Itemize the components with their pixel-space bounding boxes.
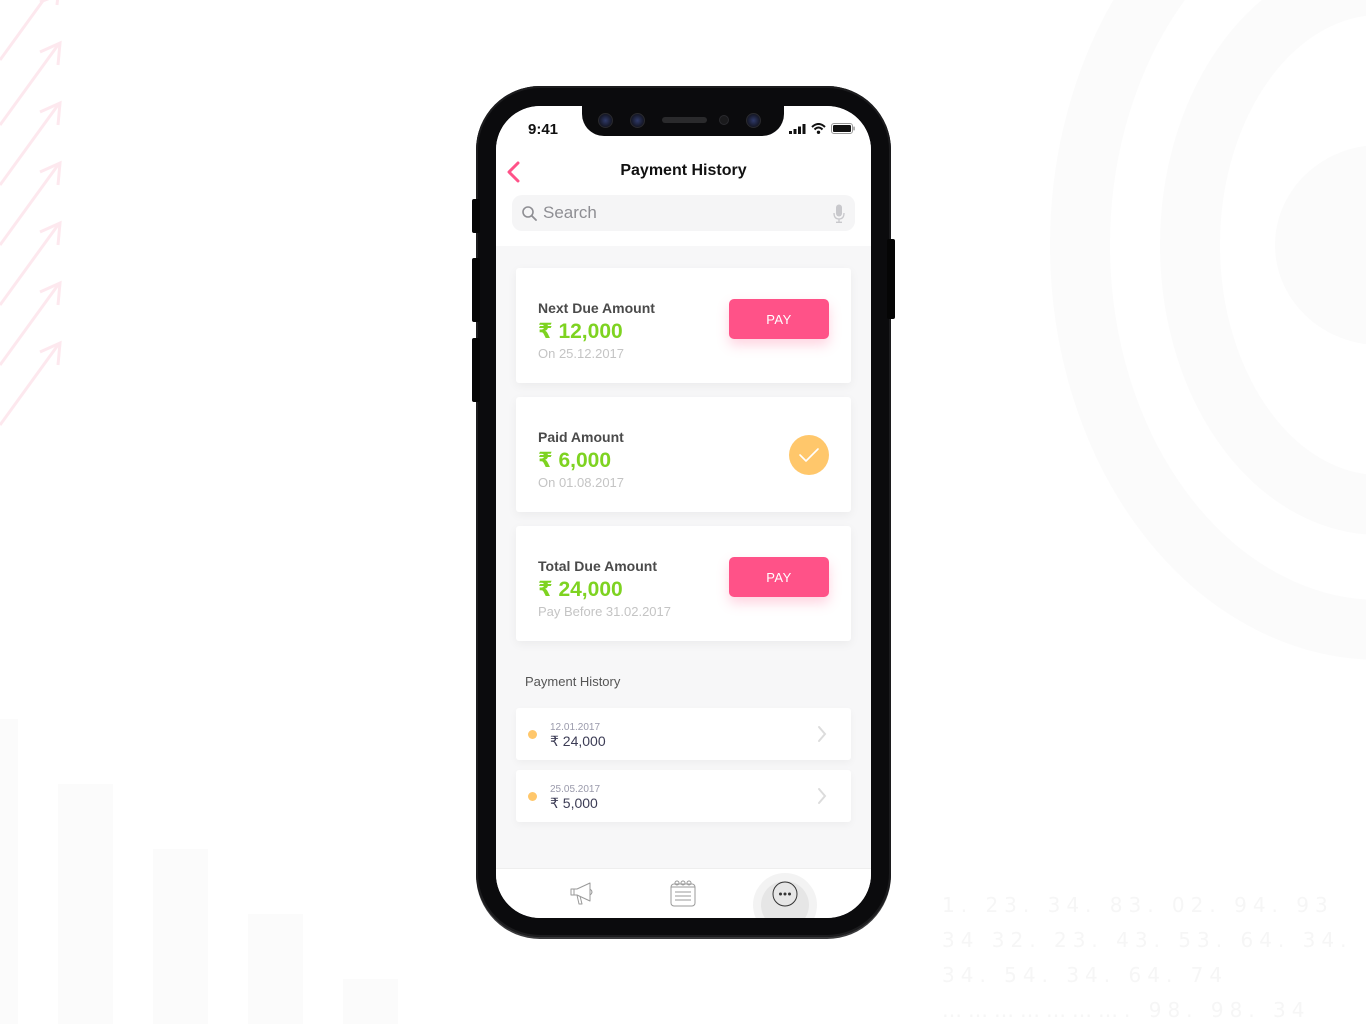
card-date: Pay Before 31.02.2017 (538, 604, 671, 619)
volume-up-button (472, 258, 480, 322)
power-button (887, 239, 895, 319)
card-amount: ₹ 24,000 (538, 578, 623, 601)
background-number-line: 1. 23. 34. 83. 02. 94. 93 (942, 893, 1334, 917)
phone-notch (582, 106, 784, 136)
background-bar (248, 914, 303, 1024)
background-bar (153, 849, 208, 1024)
search-bar[interactable] (512, 195, 855, 231)
microphone-icon[interactable] (833, 204, 845, 223)
card-label: Total Due Amount (538, 558, 657, 574)
background-bar (58, 784, 113, 1024)
status-dot (528, 730, 537, 739)
paid-amount-card: Paid Amount ₹ 6,000 On 01.08.2017 (516, 397, 851, 512)
megaphone-icon (570, 882, 593, 905)
card-amount: ₹ 12,000 (538, 320, 623, 343)
total-due-card: Total Due Amount ₹ 24,000 Pay Before 31.… (516, 526, 851, 641)
background-bar (343, 979, 398, 1024)
paid-status-badge (789, 435, 829, 475)
tab-announcements[interactable] (568, 879, 598, 909)
card-amount: ₹ 6,000 (538, 449, 611, 472)
chevron-right-icon (818, 726, 827, 742)
battery-icon (831, 123, 855, 134)
signal-icon (789, 123, 806, 134)
background-bar (0, 719, 18, 1024)
earpiece-speaker (662, 117, 707, 123)
calendar-notepad-icon (670, 880, 696, 907)
background-bars-decoration (0, 700, 420, 1024)
proximity-sensor (719, 115, 729, 125)
next-due-card: Next Due Amount ₹ 12,000 On 25.12.2017 P… (516, 268, 851, 383)
history-amount: ₹ 5,000 (550, 795, 598, 811)
search-input[interactable] (543, 203, 833, 223)
mute-switch (472, 199, 480, 233)
chevron-right-icon (818, 788, 827, 804)
background-rings-decoration (1050, 0, 1366, 660)
history-amount: ₹ 24,000 (550, 733, 606, 749)
background-number-line: …………………. 98. 98. 34 (942, 998, 1311, 1022)
background-numbers-decoration: 1. 23. 34. 83. 02. 94. 93 34 32. 23. 43.… (942, 888, 1366, 1024)
check-icon (799, 448, 819, 462)
stage: 1. 23. 34. 83. 02. 94. 93 34 32. 23. 43.… (0, 0, 1366, 1024)
history-list-item[interactable]: 12.01.2017 ₹ 24,000 (516, 708, 851, 760)
camera-lens (598, 113, 613, 128)
wifi-icon (811, 123, 826, 134)
card-label: Next Due Amount (538, 300, 655, 316)
camera-lens (630, 113, 645, 128)
status-time: 9:41 (528, 121, 559, 138)
status-dot (528, 792, 537, 801)
background-arrows-decoration (0, 0, 62, 426)
volume-down-button (472, 338, 480, 402)
history-section-title: Payment History (525, 674, 621, 689)
tab-more[interactable] (770, 879, 800, 909)
card-label: Paid Amount (538, 429, 624, 445)
pay-total-due-button[interactable]: PAY (729, 557, 829, 597)
history-list-item[interactable]: 25.05.2017 ₹ 5,000 (516, 770, 851, 822)
search-icon (522, 205, 537, 221)
card-date: On 01.08.2017 (538, 475, 625, 490)
history-date: 25.05.2017 (550, 784, 601, 795)
status-icons (789, 123, 855, 134)
background-number-line: 34. 54. 34. 64. 74 (942, 963, 1229, 987)
phone-frame: 9:41 Payment History Search Next Due Amo… (472, 86, 895, 937)
background-number-line: 34 32. 23. 43. 53. 64. 34. 64. 64. 2 (942, 928, 1366, 952)
page-title: Payment History (620, 162, 747, 179)
app-screen: 9:41 Payment History Search Next Due Amo… (496, 106, 871, 918)
card-date: On 25.12.2017 (538, 346, 625, 361)
pay-next-due-button[interactable]: PAY (729, 299, 829, 339)
front-camera (746, 113, 761, 128)
more-icon (772, 881, 798, 907)
history-date: 12.01.2017 (550, 722, 601, 733)
tab-schedule[interactable] (668, 879, 698, 909)
tab-bar (496, 868, 871, 918)
